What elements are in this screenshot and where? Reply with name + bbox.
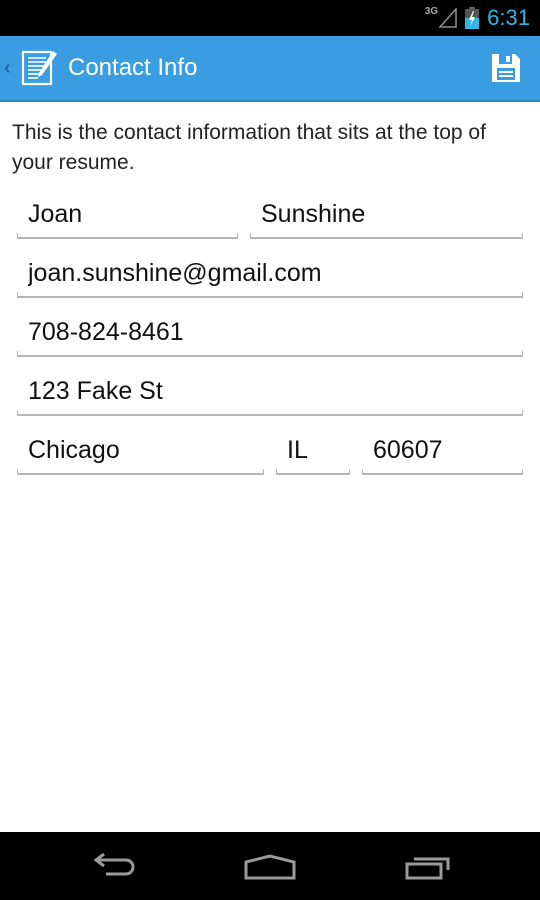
app-resume-edit-icon[interactable]	[20, 48, 60, 88]
action-bar: ‹ Contact Info	[0, 36, 540, 102]
email-input[interactable]	[17, 254, 523, 292]
first-name-field[interactable]	[17, 195, 238, 239]
page-title: Contact Info	[68, 54, 198, 81]
phone-field[interactable]	[17, 313, 523, 357]
city-underline	[17, 469, 264, 475]
state-underline	[276, 469, 350, 475]
recent-apps-icon[interactable]	[398, 846, 458, 886]
email-field[interactable]	[17, 254, 523, 298]
up-navigation-chevron-icon[interactable]: ‹	[4, 57, 11, 80]
state-input[interactable]	[276, 431, 350, 469]
zip-field[interactable]	[362, 431, 523, 475]
first-name-input[interactable]	[17, 195, 238, 233]
save-floppy-icon[interactable]	[488, 50, 524, 86]
system-nav-bar	[0, 832, 540, 900]
zip-input[interactable]	[362, 431, 523, 469]
street-underline	[17, 410, 523, 416]
last-name-underline	[250, 233, 523, 239]
first-name-underline	[17, 233, 238, 239]
intro-text: This is the contact information that sit…	[12, 121, 486, 174]
city-field[interactable]	[17, 431, 264, 475]
phone-input[interactable]	[17, 313, 523, 351]
last-name-input[interactable]	[250, 195, 523, 233]
network-type-label: 3G	[424, 5, 439, 17]
phone-underline	[17, 351, 523, 357]
status-icons: 3G 6:31	[425, 0, 530, 36]
street-field[interactable]	[17, 372, 523, 416]
home-icon[interactable]	[240, 846, 300, 886]
clock: 6:31	[487, 5, 530, 30]
street-input[interactable]	[17, 372, 523, 410]
city-input[interactable]	[17, 431, 264, 469]
state-field[interactable]	[276, 431, 350, 475]
back-arrow-icon[interactable]	[82, 846, 142, 886]
email-underline	[17, 292, 523, 298]
last-name-field[interactable]	[250, 195, 523, 239]
battery-charging-icon	[465, 7, 480, 29]
zip-underline	[362, 469, 523, 475]
signal-strength-icon	[439, 8, 457, 28]
status-bar: 3G 6:31	[0, 0, 540, 36]
